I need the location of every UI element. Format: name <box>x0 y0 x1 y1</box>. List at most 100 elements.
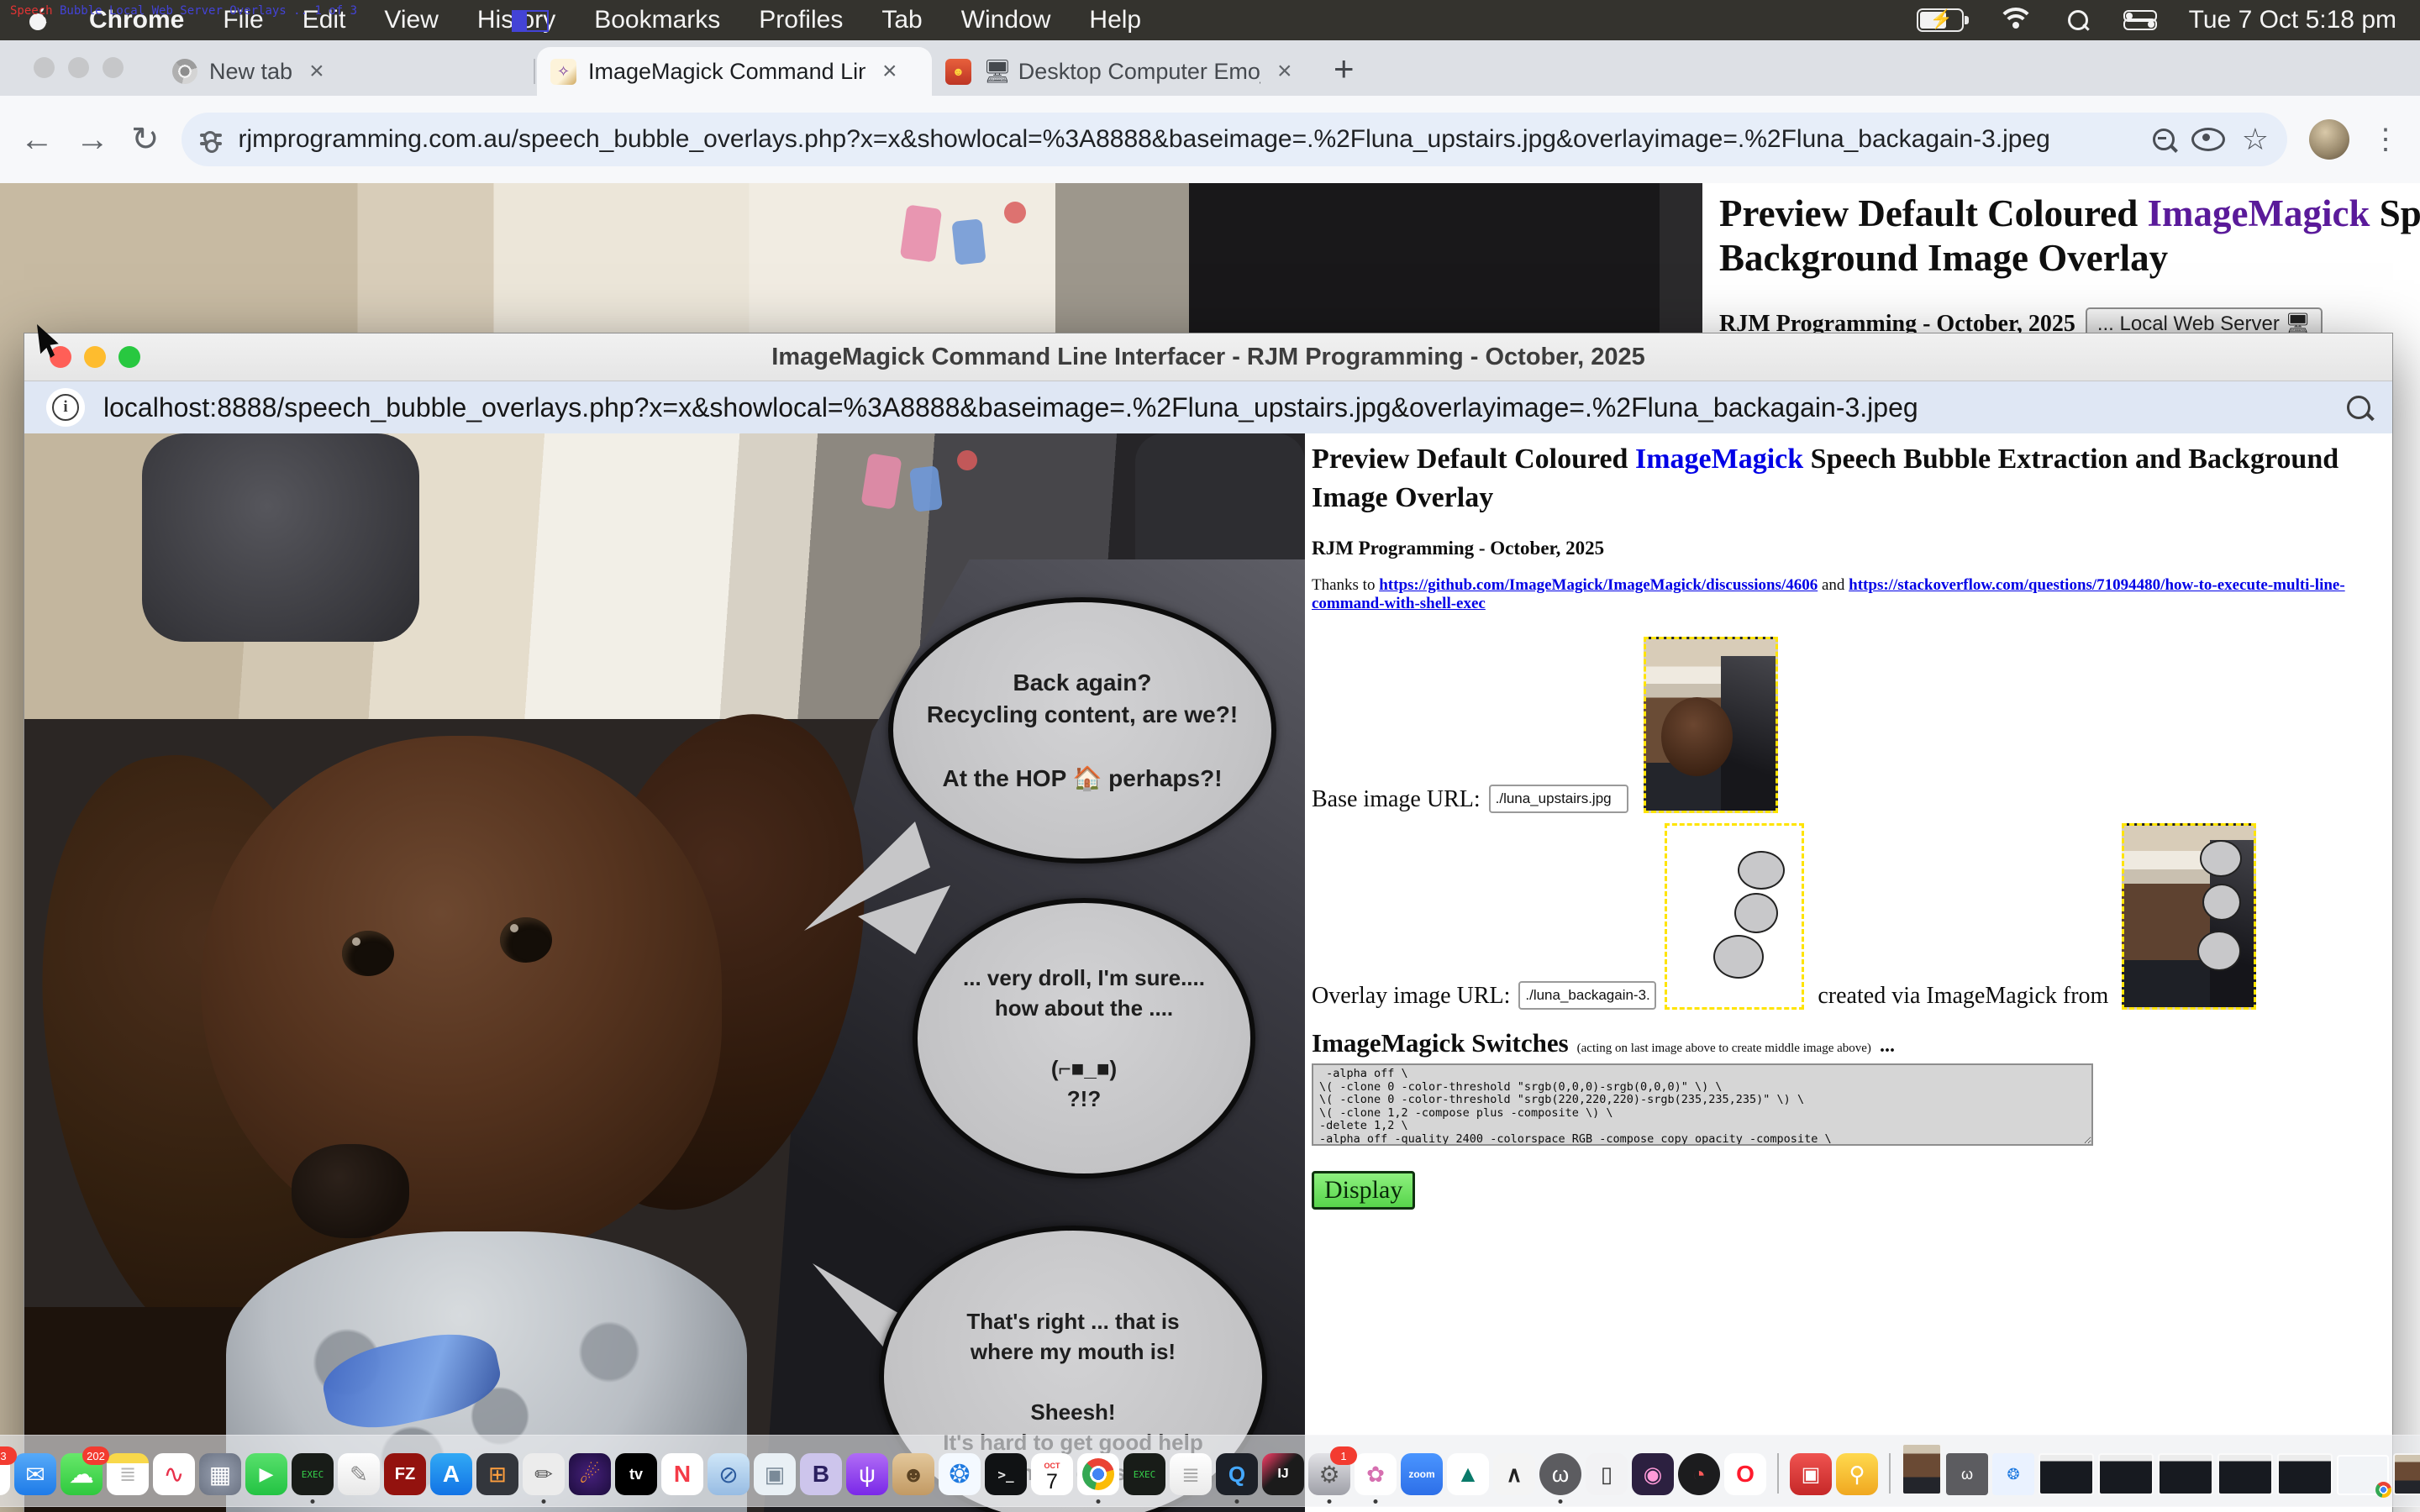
overlay-image-thumbnail[interactable] <box>1665 823 1804 1010</box>
imagemagick-switches-textarea[interactable]: -alpha off \ \( -clone 0 -color-threshol… <box>1312 1063 2093 1146</box>
overlay-image-input[interactable] <box>1518 981 1656 1010</box>
dock-item-filezilla[interactable]: FZ <box>384 1453 426 1495</box>
tab-close-icon[interactable]: × <box>882 57 897 86</box>
menu-clock[interactable]: Tue 7 Oct 5:18 pm <box>2189 6 2396 34</box>
new-tab-button[interactable]: + <box>1334 49 1355 89</box>
dock-item-textedit[interactable]: ✎ <box>338 1453 380 1495</box>
zoom-window-button[interactable] <box>103 57 124 78</box>
dock-item-gimp[interactable]: ✏ <box>523 1453 565 1495</box>
menu-item-bookmarks[interactable]: Bookmarks <box>594 6 720 34</box>
dock-item-image-viewer[interactable]: ▣ <box>754 1453 796 1495</box>
bubble-line <box>1081 1023 1086 1053</box>
close-window-button[interactable] <box>34 57 55 78</box>
site-info-icon[interactable]: i <box>46 388 85 427</box>
tab-close-icon[interactable]: × <box>1277 57 1292 86</box>
chrome-menu-icon[interactable]: ⋮ <box>2371 123 2400 156</box>
battery-icon[interactable]: ⚡ <box>1917 8 1964 32</box>
base-image-thumbnail[interactable] <box>1644 637 1778 813</box>
bookmark-star-icon[interactable]: ☆ <box>2242 122 2269 157</box>
dock-item-podcasts[interactable]: ψ <box>846 1453 888 1495</box>
dock-item-apple-tv[interactable]: tv <box>615 1453 657 1495</box>
dock-item-safari[interactable]: ❂ <box>939 1453 981 1495</box>
dock-item-calculator[interactable]: ⊞ <box>476 1453 518 1495</box>
window-traffic-lights[interactable] <box>34 57 124 78</box>
preview-eye-icon[interactable] <box>2191 128 2225 151</box>
address-bar-url[interactable]: rjmprogramming.com.au/speech_bubble_over… <box>239 125 2136 154</box>
dock-item-mamp[interactable]: ω <box>1539 1453 1581 1495</box>
dock-item-iphone-mirroring[interactable]: ▯ <box>1586 1453 1628 1495</box>
tab-desktop-computer-emoji[interactable]: ☻ 🖥 Desktop Computer Emoji | × <box>932 47 1318 96</box>
github-discussion-link[interactable]: https://github.com/ImageMagick/ImageMagi… <box>1379 576 1818 594</box>
profile-avatar[interactable] <box>2309 119 2349 160</box>
dock-item-minimized-terminal-window-3[interactable] <box>2158 1453 2213 1495</box>
dock-item-app-store[interactable]: A <box>430 1453 472 1495</box>
menu-item-profiles[interactable]: Profiles <box>759 6 843 34</box>
dock-item-textedit-2[interactable]: ≣ <box>1170 1453 1212 1495</box>
dock-item-tips-lamp[interactable]: ⚲ <box>1836 1453 1878 1495</box>
wifi-icon[interactable] <box>1999 8 2033 33</box>
address-bar[interactable]: rjmprogramming.com.au/speech_bubble_over… <box>182 113 2287 166</box>
site-settings-icon[interactable] <box>200 129 222 150</box>
dock-item-zoom[interactable]: zoom <box>1401 1453 1443 1495</box>
dock-item-gauge-app[interactable]: ◔ <box>1678 1453 1720 1495</box>
tab-imagemagick[interactable]: ✧ ImageMagick Command Line × <box>537 47 932 96</box>
dock-item-minimized-mamp[interactable]: ω <box>1946 1453 1988 1495</box>
dock-item-minimized-terminal-window-4[interactable] <box>2217 1453 2273 1495</box>
dock-item-opera[interactable]: O <box>1724 1453 1766 1495</box>
popup-search-icon[interactable] <box>2347 396 2370 419</box>
spotlight-icon[interactable] <box>2068 10 2088 30</box>
minimize-window-button[interactable] <box>68 57 89 78</box>
dock-item-notes[interactable]: ≣ <box>107 1453 149 1495</box>
dock-item-minimized-image-window[interactable] <box>1902 1443 1942 1495</box>
dock-item-terminal[interactable]: >_ <box>985 1453 1027 1495</box>
menu-item-tab[interactable]: Tab <box>881 6 922 34</box>
tab-close-icon[interactable]: × <box>309 57 324 86</box>
dock-item-minimized-terminal-window-2[interactable] <box>2098 1453 2154 1495</box>
dock-item-mail[interactable]: ✉ <box>14 1453 56 1495</box>
dock-item-quicktime[interactable]: Q <box>1216 1453 1258 1495</box>
dock-item-hamster-app[interactable]: ◉ <box>1632 1453 1674 1495</box>
menu-item-help[interactable]: Help <box>1089 6 1141 34</box>
display-button[interactable]: Display <box>1312 1171 1415 1210</box>
dock-item-intellij-idea[interactable]: IJ <box>1262 1453 1304 1495</box>
forward-button[interactable]: → <box>76 121 109 159</box>
dock-item-calendar[interactable]: OCT7 <box>1031 1453 1073 1495</box>
zoom-out-icon[interactable] <box>2153 129 2175 150</box>
back-button[interactable]: ← <box>20 121 54 159</box>
dock-item-minimized-terminal-window-5[interactable] <box>2277 1453 2333 1495</box>
dock-item-launchpad[interactable]: ▦ <box>199 1453 241 1495</box>
reload-button[interactable]: ↻ <box>131 120 160 159</box>
dock-item-minimized-safari[interactable]: ❂ <box>1992 1453 2034 1495</box>
tab-new-tab[interactable]: New tab × <box>158 47 532 96</box>
dock-item-contacts[interactable]: ☻ <box>892 1453 934 1495</box>
menu-item-view[interactable]: View <box>384 6 438 34</box>
source-image-thumbnail[interactable] <box>2122 823 2256 1010</box>
dock-item-minimized-terminal-window-1[interactable] <box>2039 1453 2094 1495</box>
popup-url[interactable]: localhost:8888/speech_bubble_overlays.ph… <box>103 392 2328 423</box>
popup-url-bar[interactable]: i localhost:8888/speech_bubble_overlays.… <box>24 381 2392 433</box>
imagemagick-link[interactable]: ImageMagick <box>2148 192 2370 234</box>
dock-item-terminal-exec[interactable]: EXEC <box>292 1453 334 1495</box>
dock-item-firefox[interactable]: ☄ <box>569 1453 611 1495</box>
base-image-input[interactable] <box>1489 785 1628 813</box>
dock-item-inkscape[interactable]: ∧ <box>1493 1453 1535 1495</box>
dock-item-chrome[interactable] <box>1077 1453 1119 1495</box>
popup-close-button[interactable] <box>50 346 71 368</box>
dock-item-bbedit[interactable]: B <box>800 1453 842 1495</box>
dock-item-terminal-exec-2[interactable]: EXEC <box>1123 1453 1165 1495</box>
popup-zoom-button[interactable] <box>118 346 140 368</box>
dock-item-health-wave[interactable]: ∿ <box>153 1453 195 1495</box>
dock-item-photo-utility[interactable]: ▣ <box>1790 1453 1832 1495</box>
dock-item-minimized-chrome-window-1[interactable] <box>2393 1453 2420 1495</box>
running-indicator-dot <box>1235 1499 1239 1504</box>
popup-minimize-button[interactable] <box>84 346 106 368</box>
dock-item-news[interactable]: N <box>661 1453 703 1495</box>
dock-item-prohibited-app[interactable]: ⊘ <box>708 1453 750 1495</box>
popup-title-bar[interactable]: ImageMagick Command Line Interfacer - RJ… <box>24 333 2392 381</box>
dock-item-facetime[interactable]: ▶ <box>245 1453 287 1495</box>
control-center-icon[interactable] <box>2123 10 2154 30</box>
imagemagick-link[interactable]: ImageMagick <box>1635 444 1803 475</box>
dock-item-paint-palette[interactable]: ✿ <box>1355 1453 1397 1495</box>
menu-item-window[interactable]: Window <box>961 6 1051 34</box>
dock-item-graphics-triangle[interactable]: ▲ <box>1447 1453 1489 1495</box>
